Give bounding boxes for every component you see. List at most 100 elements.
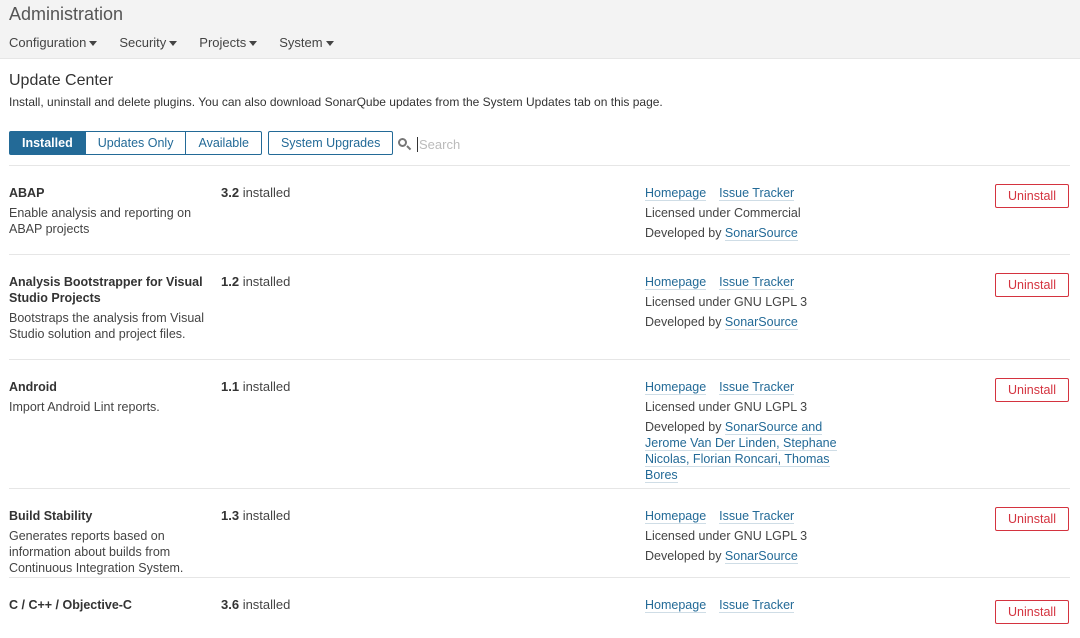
menu-security[interactable]: Security [119,35,178,50]
menu-system[interactable]: System [279,35,334,50]
search-icon [396,136,412,152]
plugin-name: Build Stability [9,509,93,523]
chevron-down-icon [249,40,258,46]
chevron-down-icon [89,40,98,46]
app-title: Administration [9,4,124,24]
developer-link[interactable]: SonarSource [724,549,798,564]
installed-label: installed [239,597,291,612]
plugin-version-number: 1.3 [221,508,240,523]
plugin-info: ABAP Enable analysis and reporting on AB… [9,185,209,237]
license-value: GNU LGPL 3 [733,295,808,309]
plugin-row: ABAP Enable analysis and reporting on AB… [9,166,1070,255]
homepage-link[interactable]: Homepage [645,598,707,613]
developer-prefix: Developed by [645,549,725,563]
chevron-down-icon [169,40,178,46]
installed-label: installed [239,185,291,200]
developer-link[interactable]: SonarSource [724,315,798,330]
plugin-version-number: 3.2 [221,185,240,200]
plugin-version-number: 3.6 [221,597,240,612]
menu-projects-label: Projects [199,35,247,50]
homepage-link[interactable]: Homepage [645,186,707,201]
license-value: Commercial [733,206,801,220]
developer-prefix: Developed by [645,315,725,329]
plugin-row: Build Stability Generates reports based … [9,489,1070,578]
developer-prefix: Developed by [645,226,725,240]
menu-security-label: Security [119,35,167,50]
menu-projects[interactable]: Projects [199,35,258,50]
issue-tracker-link[interactable]: Issue Tracker [719,380,795,395]
license-line: Licensed under GNU LGPL 3 [645,399,845,415]
plugin-info: Build Stability Generates reports based … [9,508,209,576]
developer-line: Developed by SonarSource [645,548,845,564]
developer-link[interactable]: SonarSource [724,226,798,241]
plugin-description: Bootstraps the analysis from Visual Stud… [9,311,205,341]
filter-tabs: Installed Updates Only Available System … [9,131,394,155]
homepage-link[interactable]: Homepage [645,380,707,395]
issue-tracker-link[interactable]: Issue Tracker [719,509,795,524]
menu-system-label: System [279,35,323,50]
developer-line: Developed by SonarSource [645,225,845,241]
plugin-meta: Homepage Issue Tracker Licensed under GNU… [645,379,845,483]
menu-configuration[interactable]: Configuration [9,35,98,50]
tab-installed[interactable]: Installed [9,131,86,155]
license-value: GNU LGPL 3 [733,529,808,543]
menu-configuration-label: Configuration [9,35,87,50]
page-title: Update Center [9,72,114,89]
tab-updates-only[interactable]: Updates Only [84,131,187,155]
admin-menu: Configuration Security Projects System [9,35,356,50]
license-prefix: Licensed under [645,295,734,309]
license-value: GNU LGPL 3 [733,400,808,414]
uninstall-button[interactable]: Uninstall [995,184,1069,208]
search-box [396,134,596,154]
page-description: Install, uninstall and delete plugins. Y… [9,95,663,109]
plugin-meta: Homepage Issue Tracker Licensed under Com… [645,185,845,241]
plugin-version: 3.2 installed [221,185,290,201]
homepage-link[interactable]: Homepage [645,275,707,290]
installed-label: installed [239,274,291,289]
developer-line: Developed by SonarSource and Jerome Van … [645,419,845,483]
license-line: Licensed under GNU LGPL 3 [645,294,845,310]
plugin-name: Analysis Bootstrapper for Visual Studio … [9,275,203,305]
tab-system-upgrades[interactable]: System Upgrades [267,131,394,155]
chevron-down-icon [325,40,334,46]
top-bar: Administration Configuration Security Pr… [0,0,1080,59]
developer-prefix: Developed by [645,420,725,434]
plugin-row: Analysis Bootstrapper for Visual Studio … [9,255,1070,360]
plugin-description: Enable analysis and reporting on ABAP pr… [9,206,192,236]
developer-line: Developed by SonarSource [645,314,845,330]
plugin-description: Generates reports based on information a… [9,529,184,575]
license-prefix: Licensed under [645,206,734,220]
issue-tracker-link[interactable]: Issue Tracker [719,186,795,201]
tab-available[interactable]: Available [185,131,262,155]
plugin-version: 1.2 installed [221,274,290,290]
plugin-row: C / C++ / Objective-C 3.6 installed Home… [9,578,1070,638]
license-prefix: Licensed under [645,400,734,414]
uninstall-button[interactable]: Uninstall [995,273,1069,297]
license-line: Licensed under Commercial [645,205,845,221]
plugin-version-number: 1.2 [221,274,240,289]
plugin-name: Android [9,380,57,394]
homepage-link[interactable]: Homepage [645,509,707,524]
installed-label: installed [239,379,291,394]
license-line: Licensed under GNU LGPL 3 [645,528,845,544]
plugin-meta: Homepage Issue Tracker Licensed under GNU… [645,508,845,564]
plugin-list: ABAP Enable analysis and reporting on AB… [9,165,1070,638]
search-input[interactable] [417,136,587,152]
license-prefix: Licensed under [645,529,734,543]
plugin-info: Analysis Bootstrapper for Visual Studio … [9,274,209,342]
uninstall-button[interactable]: Uninstall [995,378,1069,402]
uninstall-button[interactable]: Uninstall [995,507,1069,531]
plugin-meta: Homepage Issue Tracker [645,597,845,613]
plugin-row: Android Import Android Lint reports. 1.1… [9,360,1070,489]
issue-tracker-link[interactable]: Issue Tracker [719,275,795,290]
plugin-name: ABAP [9,186,45,200]
plugin-info: Android Import Android Lint reports. [9,379,209,415]
plugin-info: C / C++ / Objective-C [9,597,209,613]
plugin-version: 1.1 installed [221,379,290,395]
uninstall-button[interactable]: Uninstall [995,600,1069,624]
plugin-version: 1.3 installed [221,508,290,524]
issue-tracker-link[interactable]: Issue Tracker [719,598,795,613]
plugin-meta: Homepage Issue Tracker Licensed under GNU… [645,274,845,330]
installed-label: installed [239,508,291,523]
plugin-description: Import Android Lint reports. [9,400,160,414]
